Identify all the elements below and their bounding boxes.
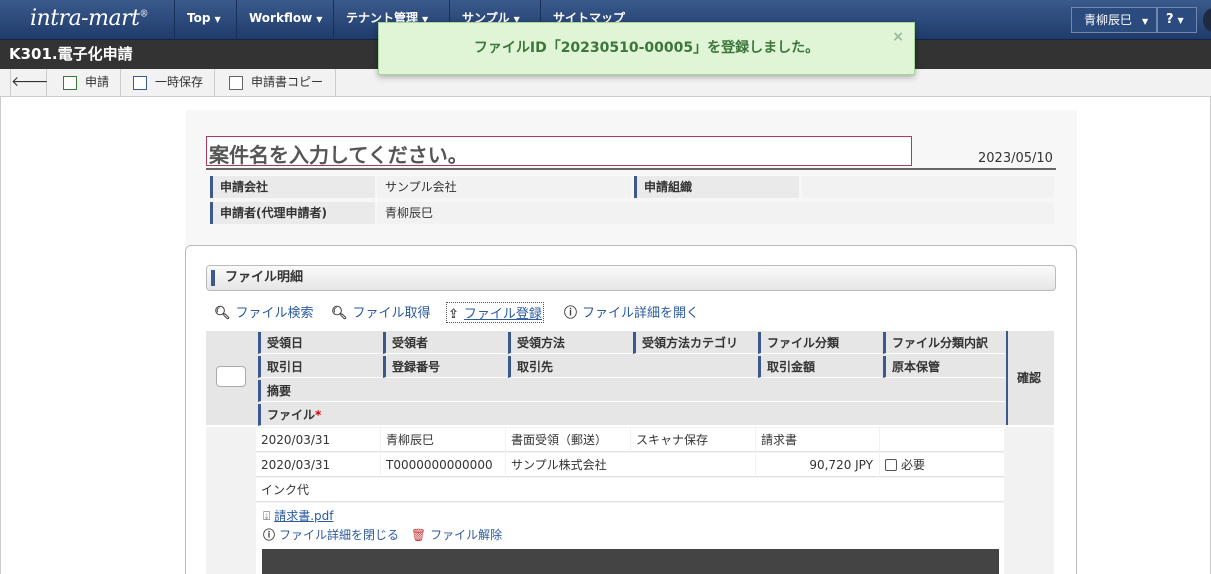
- apply-button[interactable]: 申請: [47, 69, 121, 97]
- header-summary: 摘要: [258, 380, 1005, 402]
- cell-file-class: 請求書: [756, 428, 879, 452]
- temp-save-label: 一時保存: [155, 75, 204, 89]
- copy-form-button[interactable]: 申請書コピー: [215, 69, 336, 97]
- header-partner: 取引先: [508, 356, 757, 378]
- applicant-value: 青柳辰巳: [377, 202, 1054, 224]
- cell-receive-date: 2020/03/31: [256, 428, 380, 452]
- back-button[interactable]: 🡐: [10, 69, 49, 97]
- caret-down-icon: ▼: [214, 15, 221, 24]
- cell-reg-no: T0000000000000: [381, 453, 505, 477]
- header-original: 原本保管: [883, 356, 1005, 378]
- info-icon: ⓘ: [564, 306, 578, 321]
- info-row-company: 申請会社 サンプル会社 申請組織: [206, 174, 1056, 199]
- file-download-icon: ⍗: [263, 509, 271, 523]
- file-actions: ⓘ ファイル詳細を閉じる 🗑︎ ファイル解除: [263, 526, 502, 543]
- applicant-label: 申請者(代理申請者): [210, 202, 375, 224]
- search-icon: 🔍︎: [214, 306, 231, 321]
- caret-down-icon: ▼: [1177, 16, 1184, 25]
- file-fetch-link[interactable]: 🔍︎ ファイル取得: [331, 302, 431, 321]
- temp-save-button[interactable]: 一時保存: [121, 69, 215, 97]
- copy-form-label: 申請書コピー: [251, 75, 324, 89]
- required-mark: *: [315, 408, 322, 422]
- cell-receive-category: スキャナ保存: [631, 428, 755, 452]
- original-checkbox[interactable]: [885, 459, 897, 471]
- divider: [206, 168, 1056, 170]
- cell-partner: サンプル株式会社: [506, 453, 755, 477]
- search-icon: 🔍︎: [331, 306, 348, 321]
- help-menu-button[interactable]: ? ▼: [1157, 7, 1197, 33]
- header-reg-no: 登録番号: [383, 356, 507, 378]
- header-receiver: 受領者: [383, 332, 507, 354]
- copy-icon: [229, 76, 243, 90]
- file-search-link[interactable]: 🔍︎ ファイル検索: [214, 302, 314, 321]
- company-label: 申請会社: [210, 176, 375, 198]
- pdf-viewer-toolbar[interactable]: [262, 549, 999, 574]
- header-receive-method: 受領方法: [508, 332, 632, 354]
- avatar[interactable]: [1203, 8, 1211, 32]
- file-register-link[interactable]: ⇪ ファイル登録: [446, 302, 544, 323]
- file-detail-title: ファイル明細: [225, 270, 304, 285]
- header-accent-bar: [211, 270, 215, 286]
- cell-deal-date: 2020/03/31: [256, 453, 380, 477]
- nav-workflow[interactable]: Workflow ▼: [236, 0, 334, 40]
- file-detail-header: ファイル明細: [206, 265, 1056, 291]
- save-doc-icon: [133, 76, 147, 90]
- nav-top[interactable]: Top ▼: [174, 0, 233, 40]
- case-name-input[interactable]: 案件名を入力してください。: [206, 136, 912, 167]
- user-menu-button[interactable]: 青柳辰巳 ▼: [1071, 7, 1157, 33]
- file-link[interactable]: ⍗ 請求書.pdf: [263, 507, 333, 524]
- close-detail-link[interactable]: ⓘ ファイル詳細を閉じる: [263, 528, 399, 542]
- intra-mart-logo[interactable]: intra-mart®: [30, 6, 148, 31]
- company-value: サンプル会社: [377, 176, 631, 198]
- header-deal-date: 取引日: [258, 356, 382, 378]
- apply-label: 申請: [85, 75, 110, 89]
- trash-icon: 🗑︎: [410, 528, 427, 542]
- header-receive-category: 受領方法カテゴリ: [633, 332, 757, 354]
- file-detail-open-link[interactable]: ⓘ ファイル詳細を開く: [564, 302, 699, 321]
- info-row-applicant: 申請者(代理申請者) 青柳辰巳: [206, 200, 1056, 225]
- arrow-left-icon: 🡐: [11, 74, 49, 90]
- cell-summary: インク代: [256, 478, 1004, 502]
- header-confirm: 確認: [1006, 331, 1054, 425]
- close-icon[interactable]: ×: [892, 23, 904, 51]
- original-checkbox-label: 必要: [901, 458, 926, 472]
- cell-receive-method: 書面受領（郵送）: [506, 428, 630, 452]
- caret-down-icon: ▼: [316, 15, 323, 24]
- header-receive-date: 受領日: [258, 332, 382, 354]
- upload-icon: ⇪: [448, 307, 459, 322]
- cell-amount: 90,720 JPY: [756, 453, 879, 477]
- toast-message: ファイルID「20230510-00005」を登録しました。: [473, 40, 820, 56]
- cell-file-class-detail: [880, 428, 1004, 452]
- org-value: [802, 176, 1054, 198]
- file-release-link[interactable]: 🗑︎ ファイル解除: [411, 528, 502, 542]
- apply-doc-icon: [63, 76, 77, 90]
- info-icon: ⓘ: [263, 528, 276, 542]
- header-file-class-detail: ファイル分類内訳: [883, 332, 1005, 354]
- org-label: 申請組織: [634, 176, 799, 198]
- select-all-checkbox[interactable]: [216, 366, 246, 387]
- header-file-class: ファイル分類: [758, 332, 882, 354]
- cell-original: 必要: [880, 453, 1004, 477]
- header-amount: 取引金額: [758, 356, 882, 378]
- header-file: ファイル*: [258, 404, 1005, 426]
- success-toast: ファイルID「20230510-00005」を登録しました。 ×: [378, 22, 915, 75]
- apply-date: 2023/05/10: [978, 151, 1053, 166]
- cell-receiver: 青柳辰巳: [381, 428, 505, 452]
- caret-down-icon: ▼: [1142, 17, 1149, 26]
